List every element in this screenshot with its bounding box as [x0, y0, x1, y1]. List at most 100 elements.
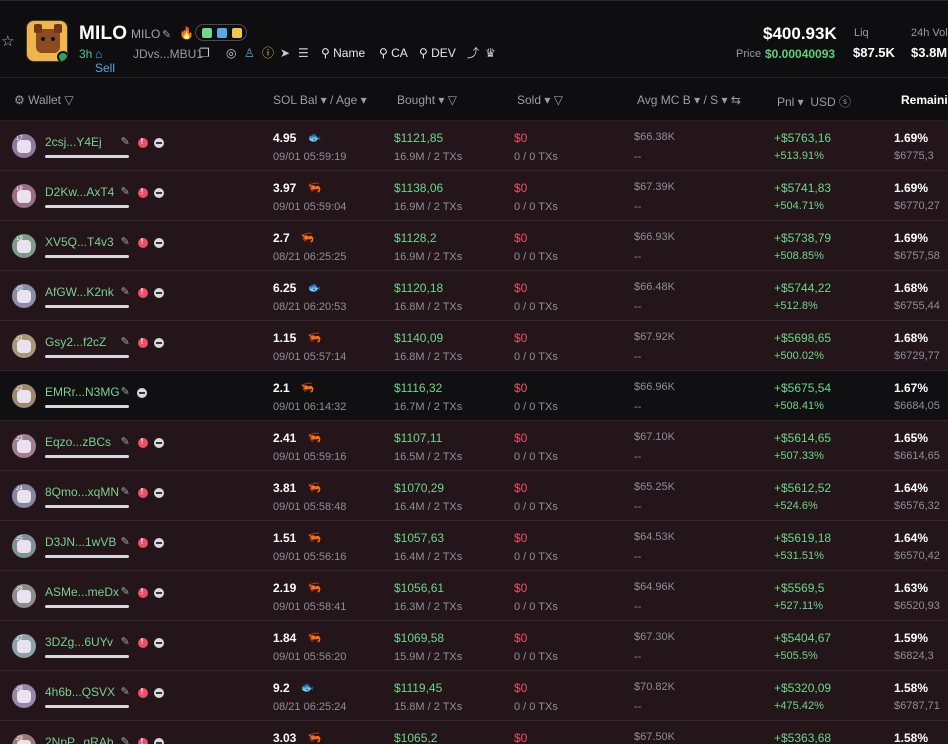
edit-icon[interactable]: ✎ [121, 485, 130, 498]
avg-mc-sell: -- [634, 151, 642, 163]
telegram-icon[interactable]: ➤ [280, 46, 290, 60]
list-icon[interactable] [153, 538, 164, 548]
wallet-address[interactable]: 2csj...Y4Ej [45, 135, 102, 149]
wallet-address[interactable]: D3JN...1wVB [45, 535, 116, 549]
user-icon[interactable]: ♙ [244, 46, 255, 60]
table-row[interactable]: 24 8Qmo...xqMN✎ 3.81 🦐 09/01 05:58:48 $1070,2… [0, 471, 948, 521]
column-remaining[interactable]: Remaining [901, 93, 948, 107]
wallet-address[interactable]: 4h6b...QSVX [45, 685, 115, 699]
list-icon[interactable] [153, 338, 164, 348]
list-icon[interactable] [153, 588, 164, 598]
list-icon[interactable] [153, 488, 164, 498]
wallet-address[interactable]: Eqzo...zBCs [45, 435, 111, 449]
wallet-address[interactable]: XV5Q...T4v3 [45, 235, 114, 249]
wallet-address[interactable]: D2Kw...AxT4 [45, 185, 114, 199]
avatar: 22 [12, 384, 36, 408]
sold-txs: 0 / 0 TXs [514, 151, 558, 163]
table-row[interactable]: 25 D3JN...1wVB ✎ 1.51 🦐 09/01 05:56:16 $1057,6… [0, 521, 948, 571]
wallet-address[interactable]: 3DZg...6UYv [45, 635, 113, 649]
lightning-icon [232, 28, 242, 38]
edit-icon[interactable]: ✎ [121, 335, 130, 348]
list-icon[interactable] [153, 438, 164, 448]
sold-usd: $0 [514, 181, 528, 195]
edit-icon[interactable]: ✎ [121, 685, 130, 698]
table-row[interactable]: 19 XV5Q...T4v3 ✎ 2.7 🦐 08/21 06:25:25 $1128,2 1… [0, 221, 948, 271]
table-row[interactable]: 29 2NpP...gRAb ✎ 3.03 🦐 $1065,2 $0 $67.50K +$536… [0, 721, 948, 744]
list-icon[interactable] [153, 238, 164, 248]
table-row[interactable]: 18 D2Kw...AxT4 ✎ 3.97 🦐 09/01 05:59:04 $1138,0… [0, 171, 948, 221]
sold-txs: 0 / 0 TXs [514, 201, 558, 213]
token-age: 3h [79, 47, 93, 61]
table-row[interactable]: 23 Eqzo...zBCs ✎ 2.41 🦐 09/01 05:59:16 $1107,1… [0, 421, 948, 471]
edit-icon[interactable]: ✎ [121, 285, 130, 298]
first-buy-time: 09/01 05:56:20 [273, 651, 347, 663]
alert-icon [137, 137, 148, 148]
copy-icon[interactable]: ❐ [199, 46, 210, 60]
pnl-percent: +505.5% [774, 650, 818, 662]
first-buy-time: 09/01 05:58:48 [273, 501, 347, 513]
list-icon[interactable] [153, 138, 164, 148]
avatar: 26 [12, 584, 36, 608]
list-icon[interactable] [153, 638, 164, 648]
column-wallet[interactable]: ⚙ Wallet ▽ [14, 93, 74, 107]
pump-badge-icon [57, 51, 67, 61]
pnl-percent: +512.8% [774, 300, 818, 312]
wallet-address[interactable]: ASMe...meDx [45, 585, 119, 599]
globe-icon[interactable]: ◎ [226, 46, 236, 60]
table-row[interactable]: 27 3DZg...6UYv ✎ 1.84 🦐 09/01 05:56:20 $1069,5… [0, 621, 948, 671]
avatar: 21 [12, 334, 36, 358]
wallet-address[interactable]: 2NpP...gRAb [45, 735, 114, 744]
table-row[interactable]: 26 ASMe...meDx✎ 2.19 🦐 09/01 05:58:41 $1056,6… [0, 571, 948, 621]
column-sol-bal[interactable]: SOL Bal ▾ / Age ▾ [273, 93, 367, 107]
list-icon[interactable] [153, 288, 164, 298]
table-row[interactable]: 21 Gsy2...f2cZ ✎ 1.15 🦐 09/01 05:57:14 $1140,0… [0, 321, 948, 371]
share-icon[interactable]: ⤴ [467, 46, 479, 60]
list-icon[interactable] [153, 188, 164, 198]
crown-icon[interactable]: ♛ [485, 46, 496, 60]
edit-icon[interactable]: ✎ [121, 635, 130, 648]
holding-bar [45, 455, 129, 458]
edit-icon[interactable]: ✎ [121, 585, 130, 598]
remaining-percent: 1.64% [894, 481, 929, 495]
wallet-address[interactable]: Gsy2...f2cZ [45, 335, 106, 349]
audit-badges[interactable] [195, 24, 247, 41]
edit-icon[interactable]: ✎ [121, 435, 130, 448]
column-sold[interactable]: Sold ▾ ▽ [517, 93, 563, 107]
column-bought[interactable]: Bought ▾ ▽ [397, 93, 457, 107]
list-icon[interactable] [153, 688, 164, 698]
alert-icon [137, 187, 148, 198]
verified-icon [217, 28, 227, 38]
sold-txs: 0 / 0 TXs [514, 551, 558, 563]
wallet-address[interactable]: 8Qmo...xqMN [45, 485, 119, 499]
column-pnl[interactable]: Pnl ▾ USD ⓢ [777, 93, 851, 110]
shrimp-icon: 🦐 [307, 632, 322, 644]
sell-label[interactable]: ⌂ Sell [95, 47, 115, 75]
contract-address[interactable]: JDvs...MBU1 [133, 47, 203, 61]
list-icon[interactable]: ☰ [298, 46, 309, 60]
star-icon[interactable]: ☆ [1, 34, 15, 49]
search-name-link[interactable]: ⚲ Name [321, 46, 365, 60]
column-avg-mc[interactable]: Avg MC B ▾ / S ▾ ⇆ [637, 93, 741, 107]
warning-icon[interactable]: ⓘ [262, 46, 274, 60]
edit-icon[interactable]: ✎ [121, 385, 130, 398]
table-row[interactable]: 22 EMRr...N3MG ✎ 2.1 🦐 09/01 06:14:32 $1116,32… [0, 371, 948, 421]
first-buy-time: 09/01 05:59:04 [273, 201, 347, 213]
wallet-address[interactable]: EMRr...N3MG [45, 385, 120, 399]
edit-icon[interactable]: ✎ [121, 735, 130, 744]
edit-icon[interactable]: ✎ [121, 535, 130, 548]
table-row[interactable]: 28 4h6b...QSVX ✎ 9.2 🐟 08/21 06:25:24 $1119,45… [0, 671, 948, 721]
table-row[interactable]: 20 AfGW...K2nk ✎ 6.25 🐟 08/21 06:20:53 $1120,1… [0, 271, 948, 321]
list-icon[interactable] [153, 738, 164, 744]
table-row[interactable]: 17 2csj...Y4Ej ✎ 4.95 🐟 09/01 05:59:19 $1121,8… [0, 121, 948, 171]
edit-icon[interactable]: ✎ [121, 135, 130, 148]
search-dev-link[interactable]: ⚲ DEV [419, 46, 456, 60]
search-ca-link[interactable]: ⚲ CA [379, 46, 408, 60]
wallet-address[interactable]: AfGW...K2nk [45, 285, 114, 299]
edit-icon[interactable]: ✎ [162, 28, 171, 41]
bought-usd: $1069,58 [394, 631, 445, 645]
avg-mc-sell: -- [634, 651, 642, 663]
edit-icon[interactable]: ✎ [121, 235, 130, 248]
bought-txs: 16.9M / 2 TXs [394, 201, 463, 213]
list-icon[interactable] [136, 388, 147, 398]
edit-icon[interactable]: ✎ [121, 185, 130, 198]
